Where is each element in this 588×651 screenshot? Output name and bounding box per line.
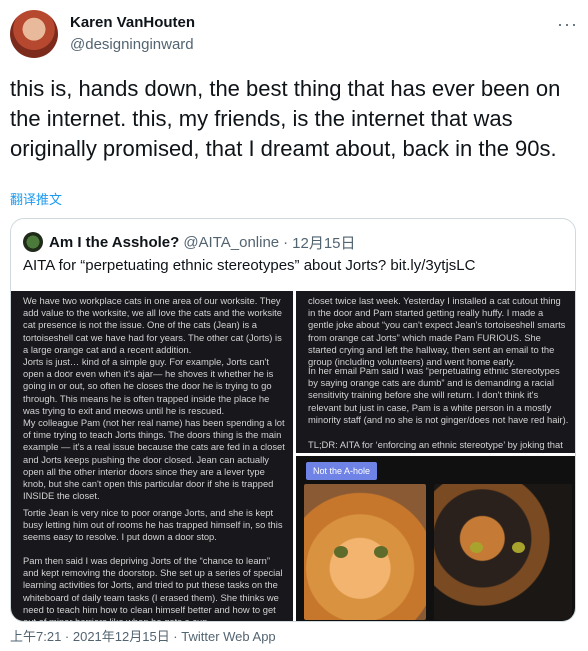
image-paragraph: Pam then said I was depriving Jorts of t… (23, 555, 283, 622)
image-paragraph: My colleague Pam (not her real name) has… (23, 417, 285, 502)
tweet-header: Karen VanHouten @designinginward ··· (10, 8, 580, 60)
image-paragraph: Jorts is just… kind of a simple guy. For… (23, 356, 274, 416)
cat-eye (334, 546, 348, 558)
author-handle[interactable]: @designinginward (70, 36, 194, 53)
more-icon[interactable]: ··· (557, 14, 578, 35)
image-paragraph: closet twice last week. Yesterday I inst… (308, 295, 566, 368)
tweet-meta[interactable]: 上午7:21 · 2021年12月15日 · Twitter Web App (10, 626, 276, 645)
cat-eye (470, 542, 483, 553)
quoted-separator: · (283, 233, 289, 251)
quoted-author-name: Am I the Asshole? (49, 233, 180, 251)
tweet-text: this is, hands down, the best thing that… (10, 76, 561, 161)
quoted-image-right-top[interactable]: closet twice last week. Yesterday I inst… (296, 291, 575, 453)
quoted-avatar (23, 232, 43, 252)
verdict-badge: Not the A-hole (306, 462, 378, 480)
image-paragraph: In her email Pam said I was “perpetuatin… (308, 365, 569, 425)
quoted-tweet[interactable]: Am I the Asshole? @AITA_online · 12月15日 … (10, 218, 576, 622)
translate-tweet-link[interactable]: 翻译推文 (10, 189, 62, 208)
quoted-tweet-text: AITA for “perpetuating ethnic stereotype… (23, 257, 476, 274)
image-paragraph: Tortie Jean is very nice to poor orange … (23, 507, 283, 543)
quoted-date: 12月15日 (292, 234, 356, 252)
image-paragraph: TL;DR: AITA for ‘enforcing an ethnic ste… (308, 439, 563, 450)
quoted-tweet-header: Am I the Asshole? @AITA_online · 12月15日 (23, 231, 356, 253)
cat-eye (374, 546, 388, 558)
image-paragraph: We have two workplace cats in one area o… (23, 295, 282, 355)
author-name[interactable]: Karen VanHouten (70, 14, 195, 31)
quoted-image-right-bottom[interactable]: Not the A-hole (296, 456, 575, 621)
quoted-image-left[interactable]: We have two workplace cats in one area o… (11, 291, 293, 622)
quoted-author-handle: @AITA_online (183, 233, 280, 251)
author-avatar[interactable] (10, 10, 58, 58)
orange-cat-photo (304, 484, 426, 620)
cat-eye (512, 542, 525, 553)
tortie-cat-photo (434, 484, 572, 620)
